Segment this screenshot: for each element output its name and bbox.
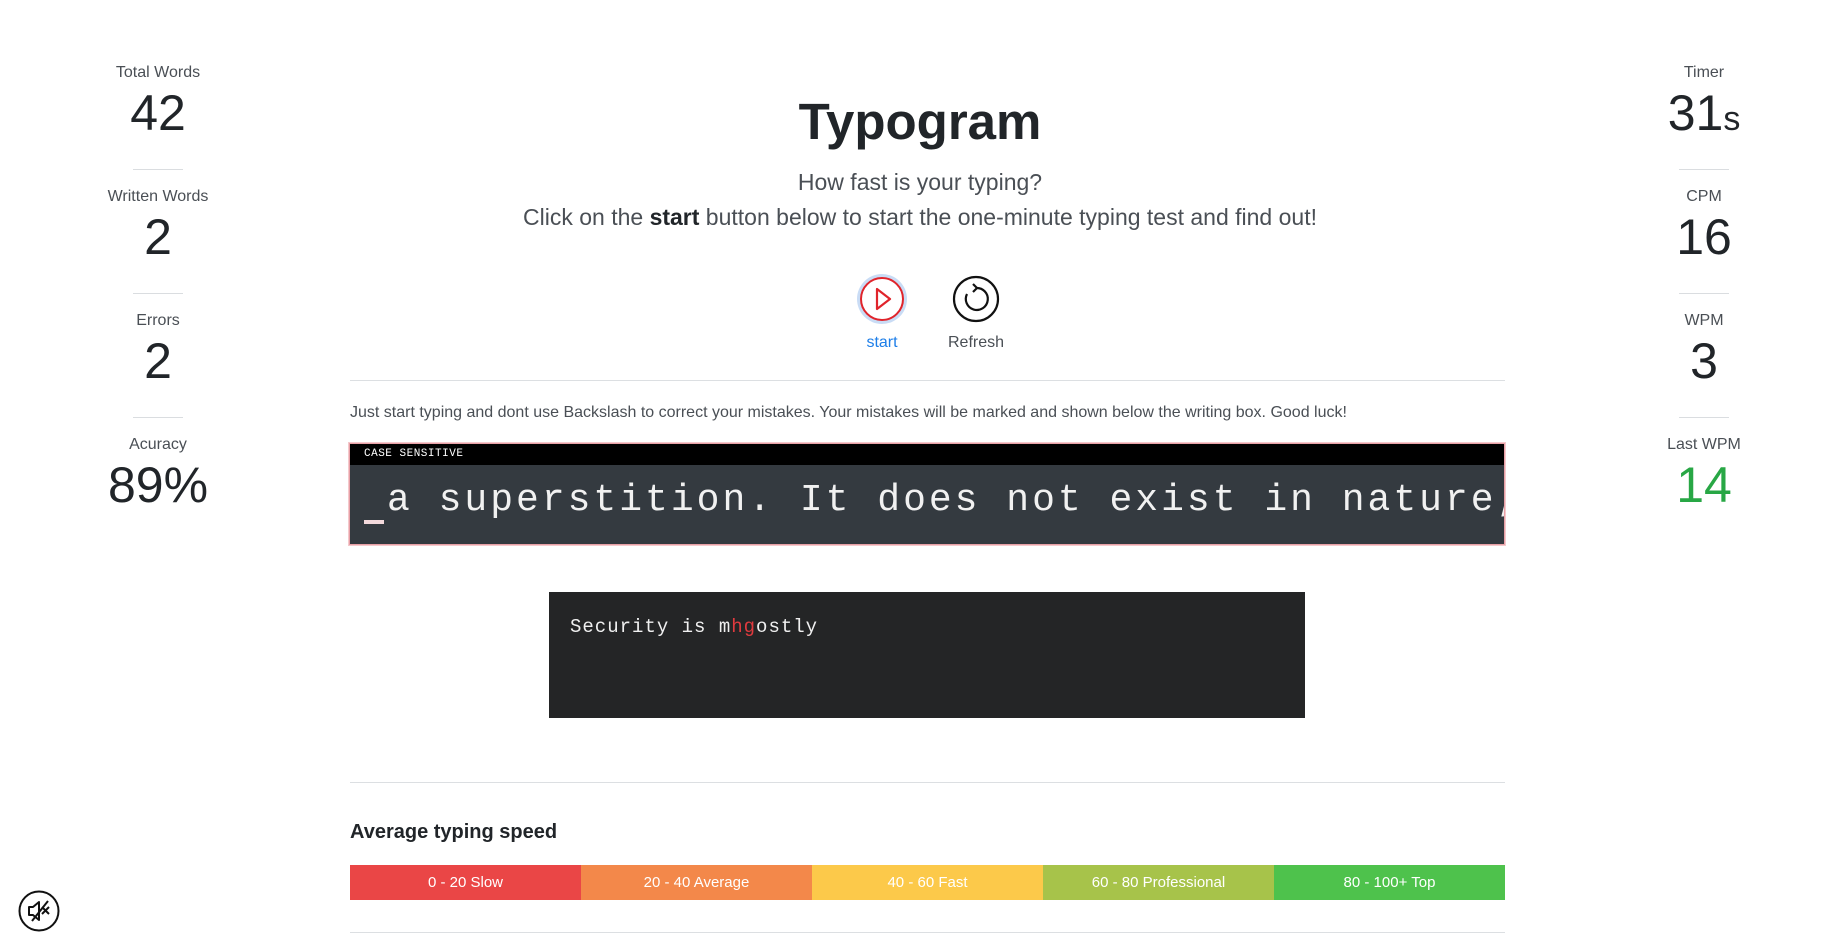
stat-value: 2 (144, 333, 172, 389)
instructions: Click on the start button below to start… (0, 202, 1840, 232)
start-label[interactable]: start (832, 334, 932, 352)
start-button[interactable]: start (832, 272, 932, 352)
typing-cursor (364, 520, 384, 524)
speed-segment-average: 20 - 40 Average (581, 865, 812, 900)
divider (350, 380, 1505, 381)
speed-segment-fast: 40 - 60 Fast (812, 865, 1043, 900)
typing-text: a superstition. It does not exist in nat… (387, 479, 1505, 522)
typing-hint: Just start typing and dont use Backslash… (350, 404, 1347, 421)
case-sensitive-label: CASE SENSITIVE (350, 444, 1504, 465)
speed-scale-bar: 0 - 20 Slow 20 - 40 Average 40 - 60 Fast… (350, 865, 1505, 900)
divider (133, 293, 183, 294)
instruction-post: button below to start the one-minute typ… (699, 204, 1317, 230)
stat-errors: Errors 2 (58, 310, 258, 432)
stat-label: WPM (1684, 312, 1724, 329)
stat-last-wpm: Last WPM 14 (1604, 434, 1804, 556)
typed-result-text: Security is mhgostly (570, 616, 818, 638)
stat-accuracy: Acuracy 89% (58, 434, 258, 556)
divider (1679, 417, 1729, 418)
divider (350, 932, 1505, 933)
average-speed-title: Average typing speed (350, 821, 558, 843)
refresh-button[interactable]: Refresh (926, 272, 1026, 352)
stat-value: 3 (1690, 333, 1718, 389)
mute-speaker-icon[interactable] (18, 890, 60, 932)
speed-segment-professional: 60 - 80 Professional (1043, 865, 1274, 900)
play-circle-icon[interactable] (855, 272, 909, 326)
instruction-pre: Click on the (523, 204, 650, 230)
page-title: Typogram (798, 93, 1042, 150)
stat-label: Last WPM (1667, 436, 1741, 453)
stat-label: Errors (136, 312, 180, 329)
stat-value: 14 (1676, 457, 1732, 513)
speed-segment-slow: 0 - 20 Slow (350, 865, 581, 900)
stat-value: 89% (107, 457, 209, 513)
divider (133, 417, 183, 418)
instruction-bold: start (649, 204, 700, 230)
stat-wpm: WPM 3 (1604, 310, 1804, 432)
typed-correct: Security is m (570, 616, 732, 638)
divider (350, 782, 1505, 783)
stat-label: Timer (1683, 64, 1725, 81)
typing-area[interactable]: a superstition. It does not exist in nat… (350, 465, 1504, 544)
stat-label: Acuracy (129, 436, 187, 453)
divider (1679, 293, 1729, 294)
typed-error: hg (731, 616, 757, 638)
speed-segment-top: 80 - 100+ Top (1274, 865, 1505, 900)
refresh-label[interactable]: Refresh (926, 334, 1026, 352)
page-subtitle: How fast is your typing? (797, 169, 1043, 195)
typed-correct: ostly (756, 616, 819, 638)
stat-label: Total Words (115, 64, 201, 81)
typed-result-box: Security is mhgostly (549, 592, 1305, 718)
typing-box[interactable]: CASE SENSITIVE a superstition. It does n… (349, 443, 1505, 545)
refresh-icon[interactable] (949, 272, 1003, 326)
